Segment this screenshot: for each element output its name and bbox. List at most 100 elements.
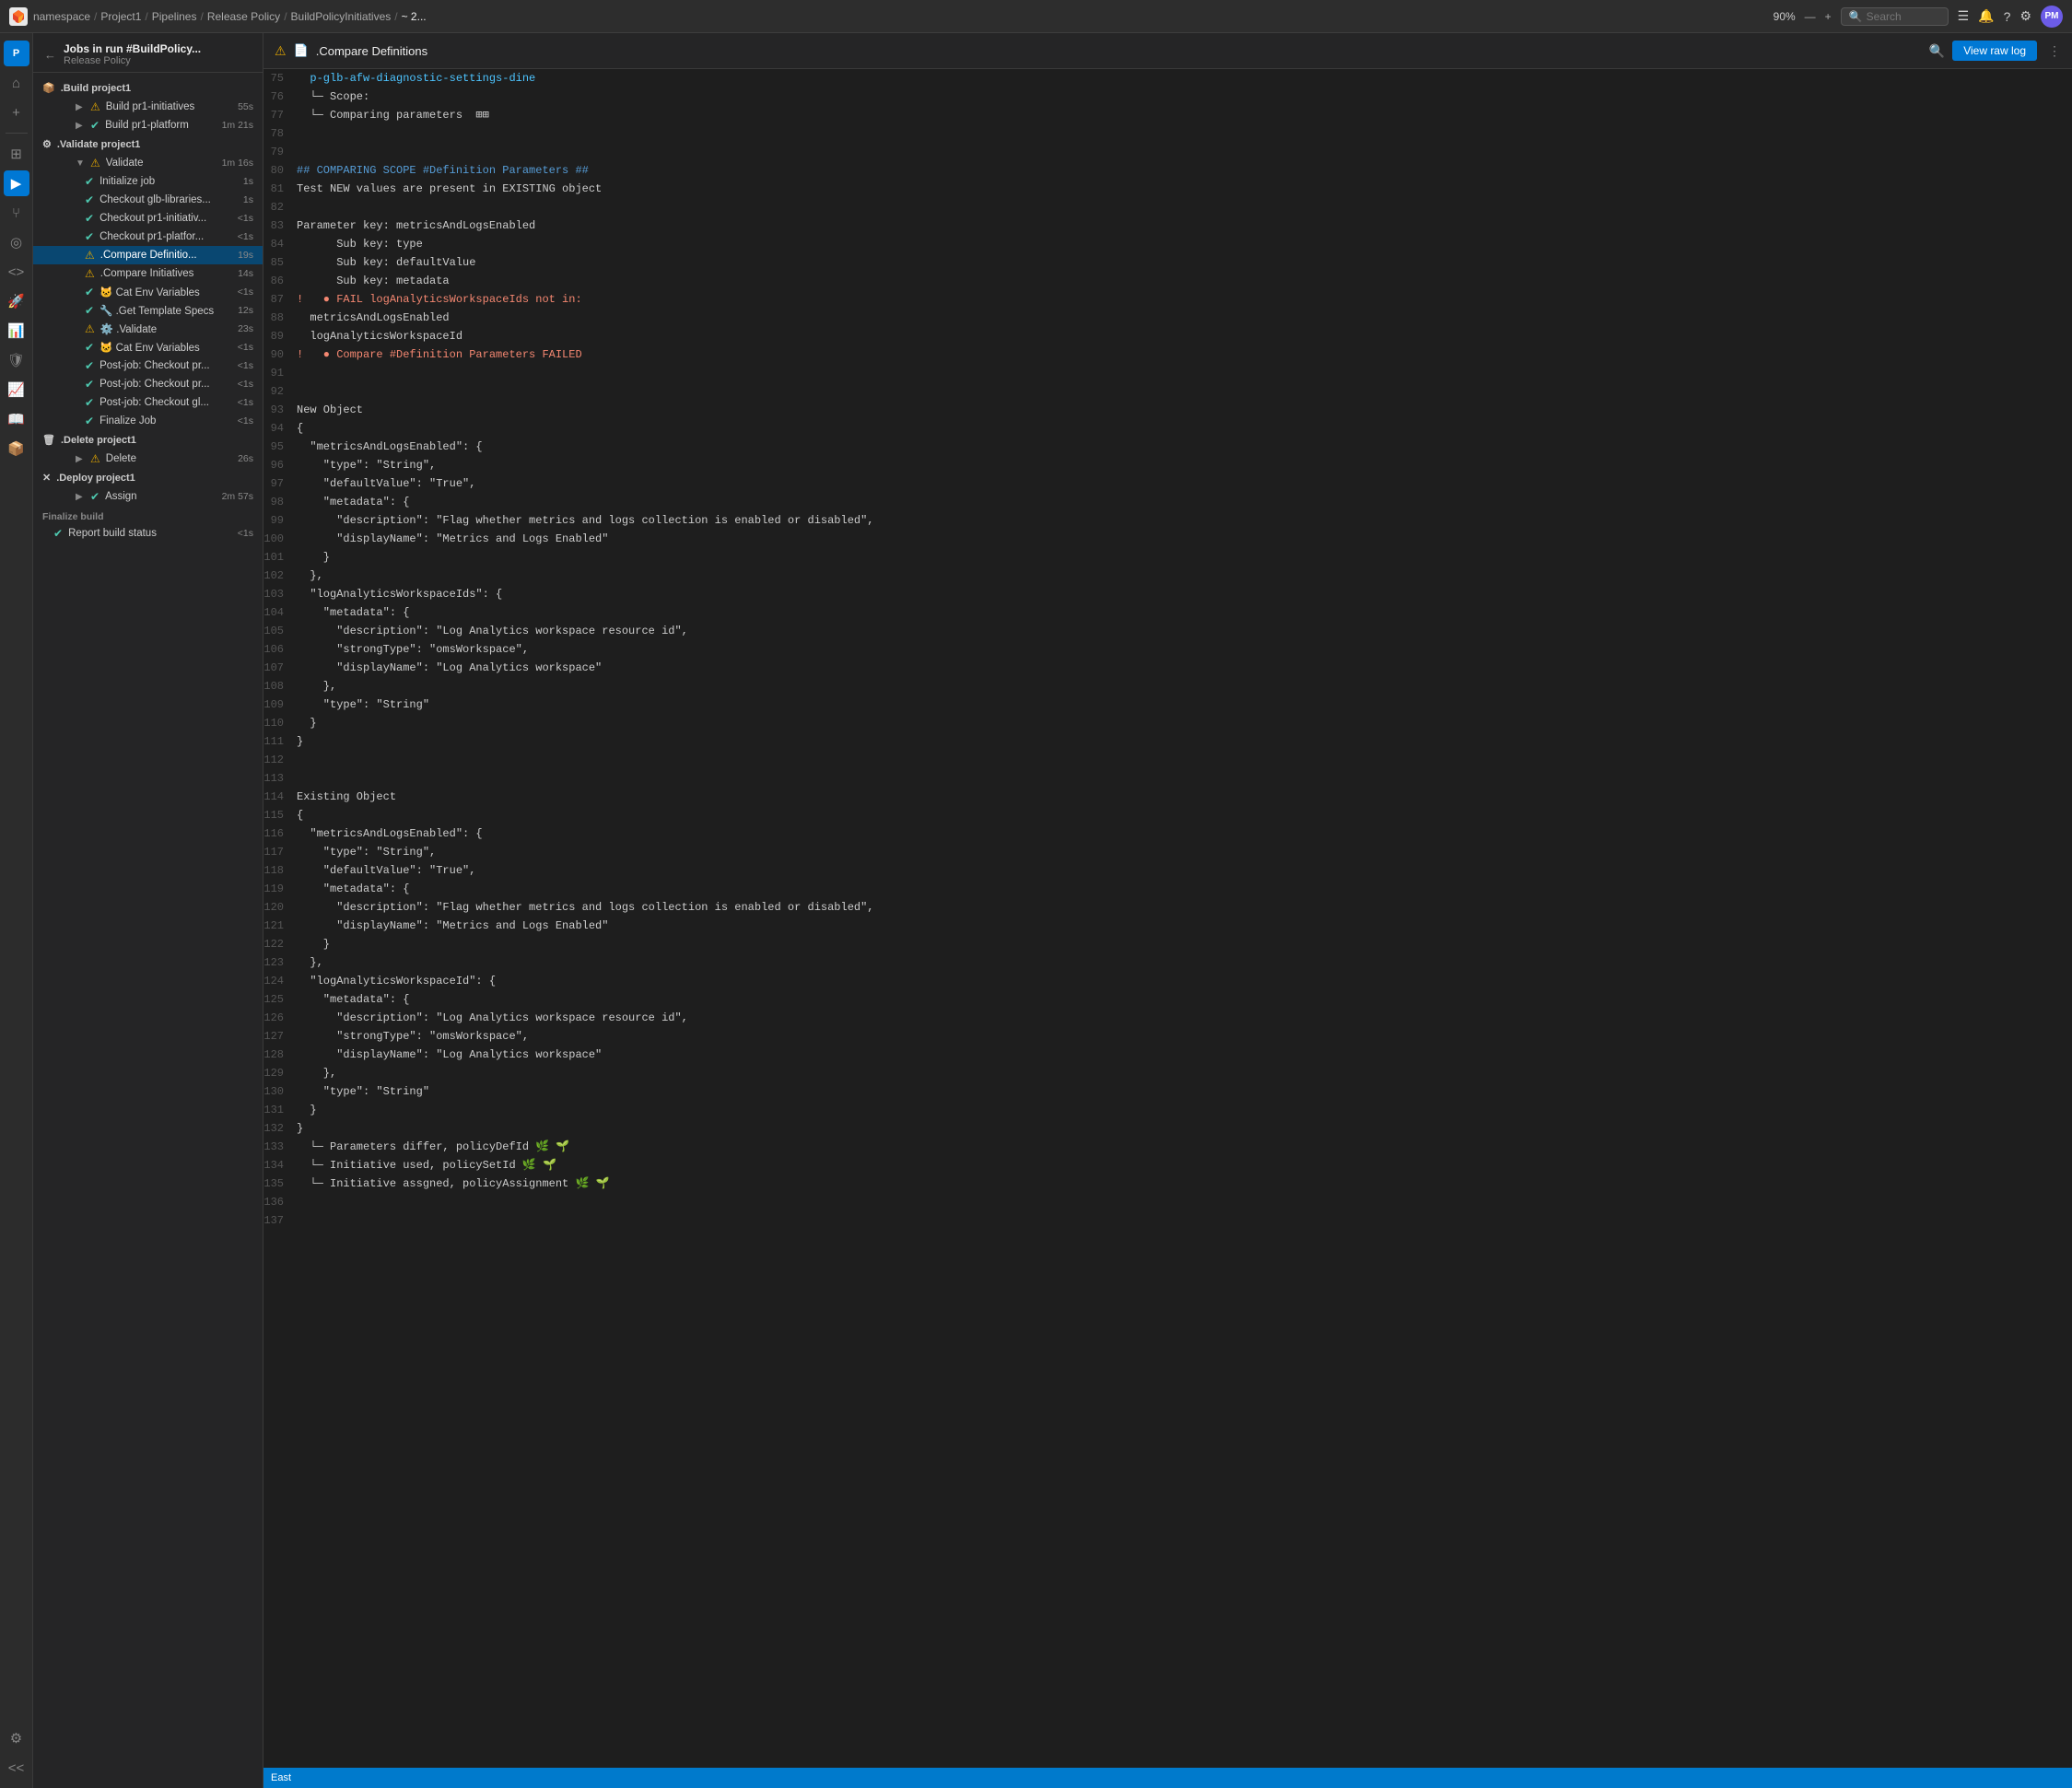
job-report-build[interactable]: ✔ Report build status <1s xyxy=(33,524,263,543)
log-text: }, xyxy=(297,954,2072,971)
log-text: { xyxy=(297,420,2072,437)
job-duration: 26s xyxy=(238,453,253,464)
home-icon[interactable]: ⌂ xyxy=(4,70,29,96)
job-compare-definitions[interactable]: ⚠ .Compare Definitio... 19s xyxy=(33,246,263,264)
dashboard-icon[interactable]: ⊞ xyxy=(4,141,29,167)
log-text: "metadata": { xyxy=(297,881,2072,897)
back-button[interactable]: ← xyxy=(44,48,56,62)
help-icon[interactable]: ? xyxy=(2004,9,2011,24)
view-raw-button[interactable]: View raw log xyxy=(1952,41,2037,61)
line-number: 128 xyxy=(263,1046,297,1063)
log-text xyxy=(297,199,2072,216)
search-box[interactable]: 🔍 xyxy=(1841,7,1949,26)
job-validate-sub[interactable]: ⚠ ⚙️ .Validate 23s xyxy=(33,320,263,338)
log-text: "defaultValue": "True", xyxy=(297,862,2072,879)
line-number: 131 xyxy=(263,1102,297,1118)
plus-icon[interactable]: + xyxy=(4,99,29,125)
code-icon[interactable]: <> xyxy=(4,259,29,285)
log-line-94: 94 { xyxy=(263,419,2072,438)
job-duration: 1s xyxy=(243,194,253,205)
log-text: logAnalyticsWorkspaceId xyxy=(297,328,2072,345)
log-line-101: 101 } xyxy=(263,548,2072,567)
breadcrumb-project1[interactable]: Project1 xyxy=(100,10,141,23)
job-validate[interactable]: ▼ ⚠ Validate 1m 16s xyxy=(33,154,263,172)
zoom-plus-icon[interactable]: + xyxy=(1825,10,1832,23)
bottom-bar: East xyxy=(263,1768,2072,1788)
log-line-105: 105 "description": "Log Analytics worksp… xyxy=(263,622,2072,640)
line-number: 119 xyxy=(263,881,297,897)
file-icon: 📄 xyxy=(294,43,309,58)
log-line-85: 85 Sub key: defaultValue xyxy=(263,253,2072,272)
job-post-checkout-pr2[interactable]: ✔ Post-job: Checkout pr... <1s xyxy=(33,375,263,393)
job-build-pr1-platform[interactable]: ▶ ✔ Build pr1-platform 1m 21s xyxy=(33,116,263,134)
issues-icon[interactable]: ◎ xyxy=(4,229,29,255)
gear-bottom-icon[interactable]: ⚙ xyxy=(4,1725,29,1751)
breadcrumb-release-policy[interactable]: Release Policy xyxy=(207,10,280,23)
log-text: } xyxy=(297,733,2072,750)
job-name: 🔧 .Get Template Specs xyxy=(100,304,232,317)
job-build-pr1-initiatives[interactable]: ▶ ⚠ Build pr1-initiatives 55s xyxy=(33,98,263,116)
expand-icon: ▼ xyxy=(76,158,85,169)
job-post-checkout-gl[interactable]: ✔ Post-job: Checkout gl... <1s xyxy=(33,393,263,412)
divider xyxy=(6,133,28,134)
line-number: 120 xyxy=(263,899,297,916)
group-deploy-project1[interactable]: ✕ .Deploy project1 xyxy=(33,468,263,487)
log-text: "displayName": "Metrics and Logs Enabled… xyxy=(297,531,2072,547)
settings-icon[interactable]: ⚙ xyxy=(2019,8,2031,24)
analytics-icon[interactable]: 📈 xyxy=(4,377,29,403)
job-compare-initiatives[interactable]: ⚠ .Compare Initiatives 14s xyxy=(33,264,263,283)
source-icon[interactable]: ⑂ xyxy=(4,200,29,226)
app-logo[interactable] xyxy=(9,7,28,26)
status-ok-icon: ✔ xyxy=(85,341,94,354)
job-cat-env-2[interactable]: ✔ 🐱 Cat Env Variables <1s xyxy=(33,338,263,356)
line-number: 85 xyxy=(263,254,297,271)
packages-icon[interactable]: 📦 xyxy=(4,436,29,462)
job-post-checkout-pr1[interactable]: ✔ Post-job: Checkout pr... <1s xyxy=(33,356,263,375)
log-text: "defaultValue": "True", xyxy=(297,475,2072,492)
wiki-icon[interactable]: 📖 xyxy=(4,406,29,432)
log-text: p-glb-afw-diagnostic-settings-dine xyxy=(297,70,2072,87)
list-icon[interactable]: ☰ xyxy=(1958,8,1970,24)
avatar[interactable]: PM xyxy=(2041,6,2063,28)
more-options-icon[interactable]: ⋮ xyxy=(2048,43,2061,59)
search-log-icon[interactable]: 🔍 xyxy=(1929,43,1945,59)
zoom-minus-icon[interactable]: — xyxy=(1805,10,1816,23)
sidebar-header: ← Jobs in run #BuildPolicy... Release Po… xyxy=(33,33,263,73)
security-icon[interactable]: 🛡 xyxy=(4,347,29,373)
chevrons-icon[interactable]: << xyxy=(4,1755,29,1781)
group-delete-project1[interactable]: 🗑 .Delete project1 xyxy=(33,430,263,450)
log-line-82: 82 xyxy=(263,198,2072,216)
job-name: Initialize job xyxy=(100,176,238,187)
group-validate-project1[interactable]: ⚙ .Validate project1 xyxy=(33,134,263,154)
pipeline-icon[interactable]: ▶ xyxy=(4,170,29,196)
breadcrumb-pipelines[interactable]: Pipelines xyxy=(152,10,197,23)
job-checkout-pr1-init[interactable]: ✔ Checkout pr1-initiativ... <1s xyxy=(33,209,263,228)
log-area[interactable]: 75 p-glb-afw-diagnostic-settings-dine 76… xyxy=(263,69,2072,1768)
breadcrumb-namespace[interactable]: namespace xyxy=(33,10,90,23)
bell-icon[interactable]: 🔔 xyxy=(1978,8,1994,24)
monitor-icon[interactable]: 📊 xyxy=(4,318,29,344)
job-finalize-job[interactable]: ✔ Finalize Job <1s xyxy=(33,412,263,430)
log-text: Sub key: metadata xyxy=(297,273,2072,289)
status-ok-icon: ✔ xyxy=(85,304,94,317)
job-get-template-specs[interactable]: ✔ 🔧 .Get Template Specs 12s xyxy=(33,301,263,320)
job-delete[interactable]: ▶ ⚠ Delete 26s xyxy=(33,450,263,468)
deploy-icon[interactable]: 🚀 xyxy=(4,288,29,314)
job-assign[interactable]: ▶ ✔ Assign 2m 57s xyxy=(33,487,263,506)
job-checkout-glb[interactable]: ✔ Checkout glb-libraries... 1s xyxy=(33,191,263,209)
job-name: .Compare Definitio... xyxy=(100,250,232,261)
group-build-project1[interactable]: 📦 .Build project1 xyxy=(33,78,263,98)
search-input[interactable] xyxy=(1867,10,1940,23)
breadcrumb-build[interactable]: BuildPolicyInitiatives xyxy=(291,10,392,23)
finalize-build-label: Finalize build xyxy=(33,506,263,524)
job-duration: 14s xyxy=(238,268,253,279)
line-number: 112 xyxy=(263,752,297,768)
job-cat-env-1[interactable]: ✔ 🐱 Cat Env Variables <1s xyxy=(33,283,263,301)
job-init[interactable]: ✔ Initialize job 1s xyxy=(33,172,263,191)
project-icon[interactable]: P xyxy=(4,41,29,66)
job-checkout-pr1-plat[interactable]: ✔ Checkout pr1-platfor... <1s xyxy=(33,228,263,246)
log-line-83: 83 Parameter key: metricsAndLogsEnabled xyxy=(263,216,2072,235)
line-number: 136 xyxy=(263,1194,297,1210)
line-number: 100 xyxy=(263,531,297,547)
log-line-127: 127 "strongType": "omsWorkspace", xyxy=(263,1027,2072,1046)
